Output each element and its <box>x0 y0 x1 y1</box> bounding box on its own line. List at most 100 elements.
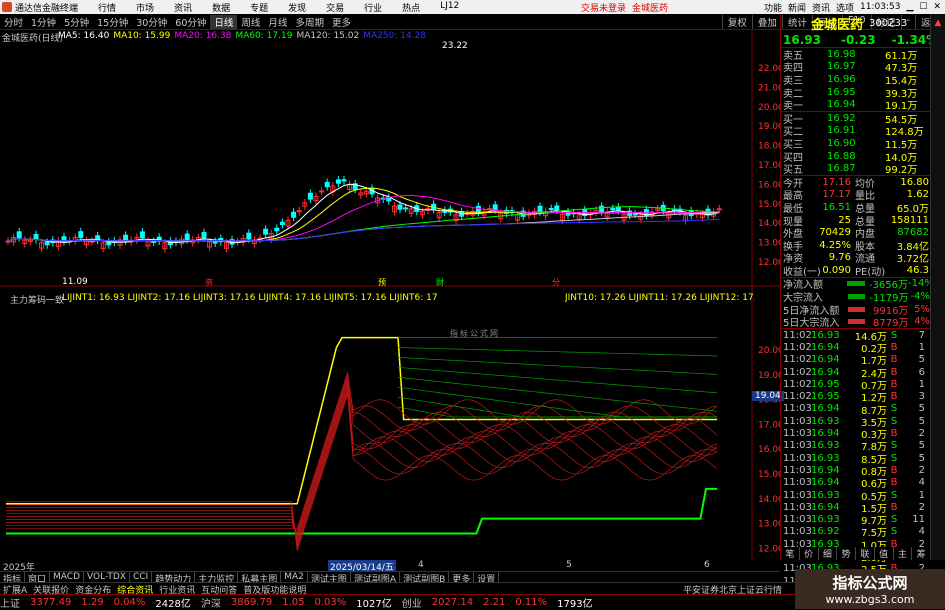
menu-2[interactable]: 资讯 <box>164 1 202 14</box>
candle-body <box>124 235 128 240</box>
quote-tab-5[interactable]: 值 <box>875 547 894 560</box>
menu-options[interactable]: 选项 <box>836 1 854 14</box>
indicator-tab-12[interactable]: 更多 <box>449 572 474 582</box>
info-tab-4[interactable]: 行业资讯 <box>156 583 198 594</box>
period-5[interactable]: 60分钟 <box>171 15 210 29</box>
indicator-tab-6[interactable]: 主力监控 <box>195 572 238 582</box>
minimize-icon[interactable]: ▁ <box>906 2 913 12</box>
quote-tab-4[interactable]: 联 <box>856 547 875 560</box>
sub-price-tick: 12.00 <box>758 544 780 554</box>
status-v: 2027.14 <box>432 597 473 608</box>
period-10[interactable]: 更多 <box>328 15 355 29</box>
toolbar-btn-0[interactable]: 复权 <box>722 15 752 29</box>
close-icon[interactable]: ✕ <box>933 2 941 12</box>
sub-price-tick: 16.00 <box>758 445 780 455</box>
indicator-tab-13[interactable]: 设置 <box>474 572 499 582</box>
indicator-tab-9[interactable]: 测试主图 <box>308 572 351 582</box>
period-7[interactable]: 周线 <box>237 15 264 29</box>
event-marker-2[interactable]: 财 <box>436 277 444 288</box>
stat-cell: 0.090 <box>809 265 851 276</box>
ma-legend-0: MA5: 16.40 <box>58 31 109 41</box>
indicator-tab-4[interactable]: CCI <box>130 572 152 582</box>
quote-tab-1[interactable]: 价 <box>800 547 819 560</box>
tick-cell: 6 <box>901 367 925 378</box>
asks-price: 16.95 <box>827 87 885 98</box>
period-4[interactable]: 30分钟 <box>132 15 171 29</box>
menu-function[interactable]: 功能 <box>764 1 782 14</box>
menu-info[interactable]: 资讯 <box>812 1 830 14</box>
info-tab-0[interactable]: 扩展A <box>0 583 30 594</box>
period-9[interactable]: 多周期 <box>291 15 328 29</box>
candle-body <box>555 206 559 210</box>
indicator-tab-2[interactable]: MACD <box>50 572 84 582</box>
candle-body <box>79 232 83 238</box>
indicator-tab-11[interactable]: 测试副图B <box>400 572 449 582</box>
tick-cell: 16.94 <box>811 502 847 513</box>
quote-tab-7[interactable]: 筹 <box>912 547 931 560</box>
link-stock[interactable]: 金城医药 <box>632 1 668 14</box>
quote-tab-0[interactable]: 笔 <box>781 547 800 560</box>
high-label: 23.22 <box>442 41 468 51</box>
tick-cell: 16.93 <box>811 514 847 525</box>
quote-tab-6[interactable]: 主 <box>894 547 913 560</box>
indicator-tab-8[interactable]: MA2 <box>281 572 308 582</box>
menu-4[interactable]: 专题 <box>240 1 278 14</box>
indicator-tab-1[interactable]: 窗口 <box>25 572 50 582</box>
link-login[interactable]: 交易未登录 <box>581 1 626 14</box>
event-marker-3[interactable]: 分 <box>552 277 560 288</box>
menu-0[interactable]: 行情 <box>88 1 126 14</box>
price-tick: 16.00 <box>758 180 780 190</box>
period-1[interactable]: 1分钟 <box>27 15 60 29</box>
period-0[interactable]: 分时 <box>0 15 27 29</box>
asks-price: 16.98 <box>827 49 885 60</box>
bids-price: 16.92 <box>827 113 885 124</box>
info-tab-3[interactable]: 综合资讯 <box>114 583 156 594</box>
menu-8[interactable]: 热点 <box>392 1 430 14</box>
event-marker-1[interactable]: 预 <box>378 277 386 288</box>
date-label-2: 4 <box>418 560 424 570</box>
info-tab-1[interactable]: 关联报价 <box>30 583 72 594</box>
chart-area[interactable]: 22.0021.0020.0019.0018.0017.0016.0015.00… <box>0 30 780 560</box>
event-marker-0[interactable]: 资 <box>205 277 213 288</box>
candle-body <box>202 233 206 238</box>
quote-tab-2[interactable]: 细 <box>819 547 838 560</box>
tick-cell: 11:03 <box>781 416 811 427</box>
indicator-tab-5[interactable]: 趋势动力 <box>152 572 195 582</box>
app-logo-icon <box>2 2 12 12</box>
info-tab-2[interactable]: 资金分布 <box>72 583 114 594</box>
toolbar-btn-1[interactable]: 叠加 <box>752 15 782 29</box>
stat-row: 收益(一)0.090PE(动)46.3 <box>781 264 930 277</box>
indicator-tab-0[interactable]: 指标 <box>0 572 25 582</box>
sub-center-label: 指标公式网 <box>450 328 500 339</box>
candle-body <box>152 241 156 242</box>
maximize-icon[interactable]: ☐ <box>919 2 927 12</box>
flow-bar <box>848 319 866 324</box>
indicator-tab-7[interactable]: 私募主图 <box>238 572 281 582</box>
tick-cell: 2 <box>901 502 925 513</box>
menu-1[interactable]: 市场 <box>126 1 164 14</box>
period-2[interactable]: 5分钟 <box>60 15 93 29</box>
flow-row: 5日大宗流入8779万4% <box>781 315 930 328</box>
flow-bar <box>847 281 865 286</box>
info-tab-7[interactable]: 平安证券北京上证云行情 <box>680 583 785 594</box>
period-6[interactable]: 日线 <box>210 15 237 29</box>
menu-5[interactable]: 发现 <box>278 1 316 14</box>
menu-9[interactable]: LJ12 <box>430 1 469 14</box>
indicator-tab-10[interactable]: 测试副图A <box>351 572 400 582</box>
menu-7[interactable]: 行业 <box>354 1 392 14</box>
menu-6[interactable]: 交易 <box>316 1 354 14</box>
stat-cell: 158111 <box>881 215 929 226</box>
quote-tab-3[interactable]: 势 <box>837 547 856 560</box>
indicator-tab-3[interactable]: VOL-TDX <box>84 572 130 582</box>
period-8[interactable]: 月线 <box>264 15 291 29</box>
tick-cell: S <box>887 416 901 427</box>
info-tab-5[interactable]: 互动问答 <box>198 583 240 594</box>
price-tick: 21.00 <box>758 83 780 93</box>
low-label: 11.09 <box>62 277 88 287</box>
tick-cell: 16.94 <box>811 342 847 353</box>
menu-news[interactable]: 新闻 <box>788 1 806 14</box>
menu-3[interactable]: 数据 <box>202 1 240 14</box>
period-3[interactable]: 15分钟 <box>93 15 132 29</box>
info-tab-6[interactable]: 普及版功能说明 <box>240 583 309 594</box>
tick-cell: 5 <box>901 453 925 464</box>
